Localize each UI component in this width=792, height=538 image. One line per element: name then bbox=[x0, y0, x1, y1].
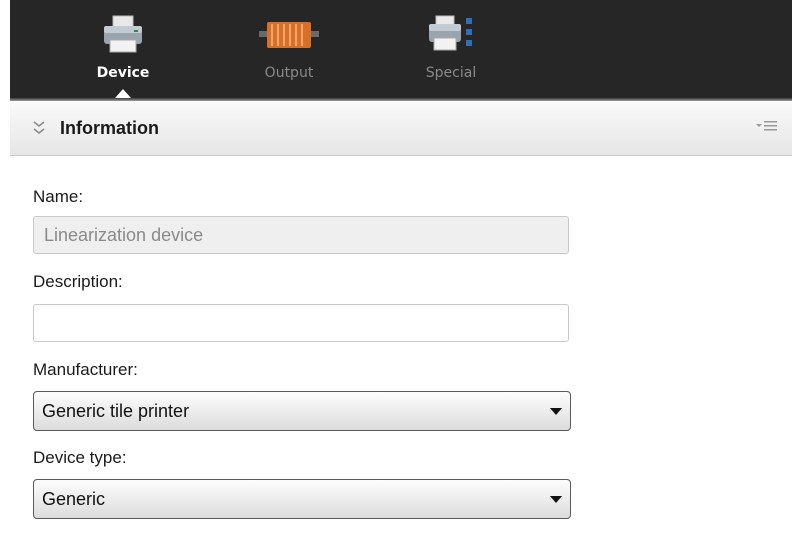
panel-menu-icon[interactable] bbox=[756, 119, 778, 133]
tab-output[interactable]: Output bbox=[229, 0, 349, 98]
name-field: Linearization device bbox=[33, 216, 569, 254]
output-icon bbox=[257, 18, 321, 56]
chevron-down-icon bbox=[550, 408, 562, 415]
manufacturer-value: Generic tile printer bbox=[42, 401, 190, 421]
description-field[interactable] bbox=[33, 304, 569, 342]
panel-title: Information bbox=[60, 118, 159, 138]
information-panel-header[interactable]: Information bbox=[10, 101, 792, 156]
printer-icon bbox=[101, 14, 145, 58]
tab-output-label: Output bbox=[264, 65, 314, 81]
tab-device[interactable]: Device bbox=[63, 0, 183, 98]
description-label: Description: bbox=[33, 272, 123, 291]
toolbar: Device Output Special bbox=[10, 0, 792, 98]
special-printer-icon bbox=[426, 14, 476, 58]
chevron-down-icon bbox=[550, 496, 562, 503]
manufacturer-select[interactable]: Generic tile printer bbox=[33, 391, 571, 431]
left-edge bbox=[0, 0, 10, 538]
device-type-label: Device type: bbox=[33, 448, 127, 467]
active-tab-indicator bbox=[115, 89, 131, 98]
app-window: Device Output Special Information Name: … bbox=[0, 0, 792, 538]
name-label: Name: bbox=[33, 187, 84, 206]
device-type-select[interactable]: Generic bbox=[33, 479, 571, 519]
manufacturer-label: Manufacturer: bbox=[33, 360, 138, 379]
double-chevron-down-icon[interactable] bbox=[32, 120, 46, 136]
tab-special-label: Special bbox=[425, 65, 477, 81]
device-type-value: Generic bbox=[42, 489, 106, 509]
information-form: Name: Linearization device Description: … bbox=[10, 156, 792, 538]
tab-special[interactable]: Special bbox=[391, 0, 511, 98]
name-value: Linearization device bbox=[44, 224, 204, 245]
tab-device-label: Device bbox=[96, 65, 150, 81]
